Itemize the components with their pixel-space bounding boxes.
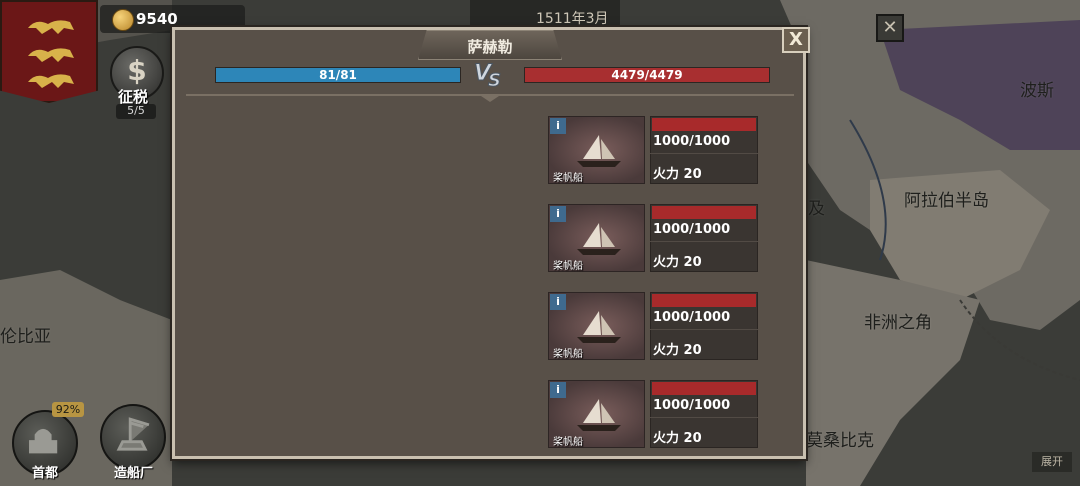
ship-firepower: 火力 20 — [653, 167, 702, 182]
info-icon[interactable]: i — [550, 118, 566, 134]
ship-thumbnail[interactable]: i 桨帆船 — [548, 380, 645, 448]
battle-title: 萨赫勒 — [467, 38, 513, 56]
ship-firepower: 火力 20 — [653, 431, 702, 446]
nation-banner[interactable] — [0, 0, 98, 103]
crane-icon — [116, 417, 150, 451]
galley-ship-icon — [577, 311, 621, 343]
map-label-egypt: 及 — [808, 199, 825, 219]
capital-percent: 92% — [52, 402, 84, 417]
map-label-colombia: 伦比亚 — [0, 327, 51, 347]
stat-divider — [650, 329, 758, 330]
gold-amount: 9540 — [136, 10, 178, 28]
info-icon[interactable]: i — [550, 382, 566, 398]
dollar-icon: $ — [127, 54, 147, 87]
ship-name: 桨帆船 — [553, 173, 583, 184]
ship-hp-bar — [652, 206, 756, 219]
enemy-ship-card[interactable]: i 桨帆船 1000/1000 火力 20 — [548, 204, 758, 272]
ship-hp: 1000/1000 — [653, 310, 731, 325]
map-label-mozambique: 莫桑比克 — [806, 431, 874, 451]
stat-divider — [650, 241, 758, 242]
lion-icon — [28, 48, 74, 62]
ship-firepower: 火力 20 — [653, 343, 702, 358]
ship-hp: 1000/1000 — [653, 134, 731, 149]
ship-name: 桨帆船 — [553, 349, 583, 360]
map-label-horn-of-africa: 非洲之角 — [864, 313, 932, 333]
ship-thumbnail[interactable]: i 桨帆船 — [548, 116, 645, 184]
ship-hp: 1000/1000 — [653, 398, 731, 413]
shipyard-label: 造船厂 — [114, 466, 154, 481]
lion-icon — [28, 20, 74, 34]
enemy-ship-card[interactable]: i 桨帆船 1000/1000 火力 20 — [548, 292, 758, 360]
map-label-persia: 波斯 — [1020, 81, 1054, 101]
enemy-hp-bar: 4479/4479 — [524, 67, 770, 83]
galley-ship-icon — [577, 223, 621, 255]
capital-label: 首都 — [32, 466, 59, 481]
map-label-arabia: 阿拉伯半岛 — [904, 191, 989, 211]
enemy-ship-card[interactable]: i 桨帆船 1000/1000 火力 20 — [548, 380, 758, 448]
svg-text:S: S — [488, 70, 501, 90]
expand-button[interactable]: 展开 — [1032, 452, 1072, 472]
ship-hp-bar — [652, 118, 756, 131]
lion-icon — [28, 74, 74, 88]
ship-hp: 1000/1000 — [653, 222, 731, 237]
gold-coin-icon — [112, 9, 134, 31]
ship-name: 桨帆船 — [553, 437, 583, 448]
map-close-button[interactable]: ✕ — [876, 14, 904, 42]
date-text: 1511年3月 — [536, 11, 609, 27]
vs-icon: V S — [474, 61, 502, 91]
ship-thumbnail[interactable]: i 桨帆船 — [548, 204, 645, 272]
player-hp-bar: 81/81 — [215, 67, 461, 83]
battle-close-button[interactable]: X — [782, 27, 810, 53]
info-icon[interactable]: i — [550, 206, 566, 222]
galley-ship-icon — [577, 399, 621, 431]
shipyard-button[interactable] — [100, 404, 166, 470]
stat-divider — [650, 417, 758, 418]
galley-ship-icon — [577, 135, 621, 167]
ship-hp-bar — [652, 382, 756, 395]
ship-thumbnail[interactable]: i 桨帆船 — [548, 292, 645, 360]
stat-divider — [650, 153, 758, 154]
ship-name: 桨帆船 — [553, 261, 583, 272]
enemy-ship-card[interactable]: i 桨帆船 1000/1000 火力 20 — [548, 116, 758, 184]
ship-hp-bar — [652, 294, 756, 307]
ship-firepower: 火力 20 — [653, 255, 702, 270]
tax-count: 5/5 — [116, 104, 156, 119]
info-icon[interactable]: i — [550, 294, 566, 310]
